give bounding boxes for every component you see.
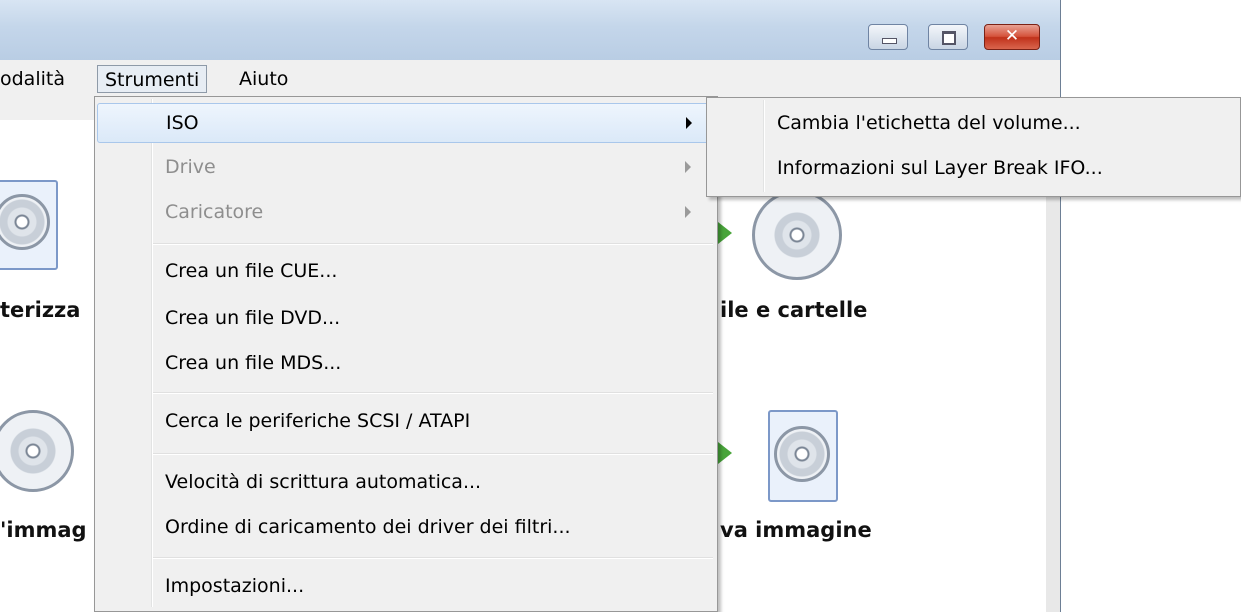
menu-item-cambia-etichetta[interactable]: Cambia l'etichetta del volume... <box>709 104 1238 144</box>
action-label-left-top[interactable]: terizza <box>0 298 80 322</box>
menu-item-label: ISO <box>166 112 199 134</box>
menu-item-label: Drive <box>165 156 216 178</box>
menu-modalita[interactable]: odalità <box>0 65 65 93</box>
disc-icon[interactable] <box>752 190 842 280</box>
iso-submenu: Cambia l'etichetta del volume... Informa… <box>706 97 1241 197</box>
menu-item-crea-cue[interactable]: Crea un file CUE... <box>97 252 715 292</box>
menu-item-ordine-caricamento[interactable]: Ordine di caricamento dei driver dei fil… <box>97 508 715 548</box>
submenu-arrow-icon <box>685 161 691 173</box>
menu-separator <box>153 243 713 245</box>
action-label-right-bottom[interactable]: va immagine <box>720 518 872 542</box>
maximize-icon <box>942 31 956 45</box>
menu-item-velocita-scrittura[interactable]: Velocità di scrittura automatica... <box>97 463 715 503</box>
maximize-button[interactable] <box>928 24 968 50</box>
close-icon: ✕ <box>1004 26 1020 46</box>
menu-item-label: Impostazioni... <box>165 575 305 597</box>
arrow-icon <box>718 442 732 464</box>
submenu-arrow-icon <box>686 117 692 129</box>
menu-item-label: Informazioni sul Layer Break IFO... <box>777 157 1103 179</box>
menu-item-label: Cerca le periferiche SCSI / ATAPI <box>165 410 471 432</box>
menu-item-impostazioni[interactable]: Impostazioni... <box>97 567 715 607</box>
strumenti-menu: ISO Drive Caricatore Crea un file CUE...… <box>94 96 718 612</box>
menu-aiuto[interactable]: Aiuto <box>239 65 288 93</box>
menu-item-caricatore: Caricatore <box>97 193 715 233</box>
menu-item-label: Ordine di caricamento dei driver dei fil… <box>165 516 571 538</box>
action-label-left-bottom[interactable]: 'immag <box>0 518 87 542</box>
arrow-icon <box>718 222 732 244</box>
menu-item-crea-dvd[interactable]: Crea un file DVD... <box>97 299 715 339</box>
menu-item-label: Velocità di scrittura automatica... <box>165 471 482 493</box>
disc-icon <box>0 194 50 250</box>
menu-item-label: Crea un file MDS... <box>165 352 342 374</box>
menu-item-drive: Drive <box>97 148 715 188</box>
menu-item-cerca-periferiche[interactable]: Cerca le periferiche SCSI / ATAPI <box>97 402 715 442</box>
title-bar[interactable]: ✕ <box>0 0 1060 60</box>
submenu-arrow-icon <box>685 206 691 218</box>
menu-separator <box>153 453 713 455</box>
minimize-icon <box>882 38 897 44</box>
disc-icon <box>774 426 830 482</box>
image-file-icon[interactable] <box>768 410 838 502</box>
action-label-right-top[interactable]: ile e cartelle <box>720 298 867 322</box>
disc-icon[interactable] <box>0 410 74 492</box>
menu-item-label: Crea un file CUE... <box>165 260 338 282</box>
menu-separator <box>153 392 713 394</box>
menu-item-layer-break[interactable]: Informazioni sul Layer Break IFO... <box>709 149 1238 189</box>
menu-separator <box>153 557 713 559</box>
minimize-button[interactable] <box>868 24 908 50</box>
menu-item-crea-mds[interactable]: Crea un file MDS... <box>97 344 715 384</box>
menu-strumenti[interactable]: Strumenti <box>97 65 208 93</box>
menu-item-label: Crea un file DVD... <box>165 307 341 329</box>
image-file-icon[interactable] <box>0 180 58 270</box>
close-button[interactable]: ✕ <box>984 24 1040 50</box>
menu-item-iso[interactable]: ISO <box>97 103 715 143</box>
menu-bar: odalità Strumenti Aiuto <box>0 62 1060 96</box>
menu-item-label: Caricatore <box>165 201 264 223</box>
menu-item-label: Cambia l'etichetta del volume... <box>777 112 1081 134</box>
